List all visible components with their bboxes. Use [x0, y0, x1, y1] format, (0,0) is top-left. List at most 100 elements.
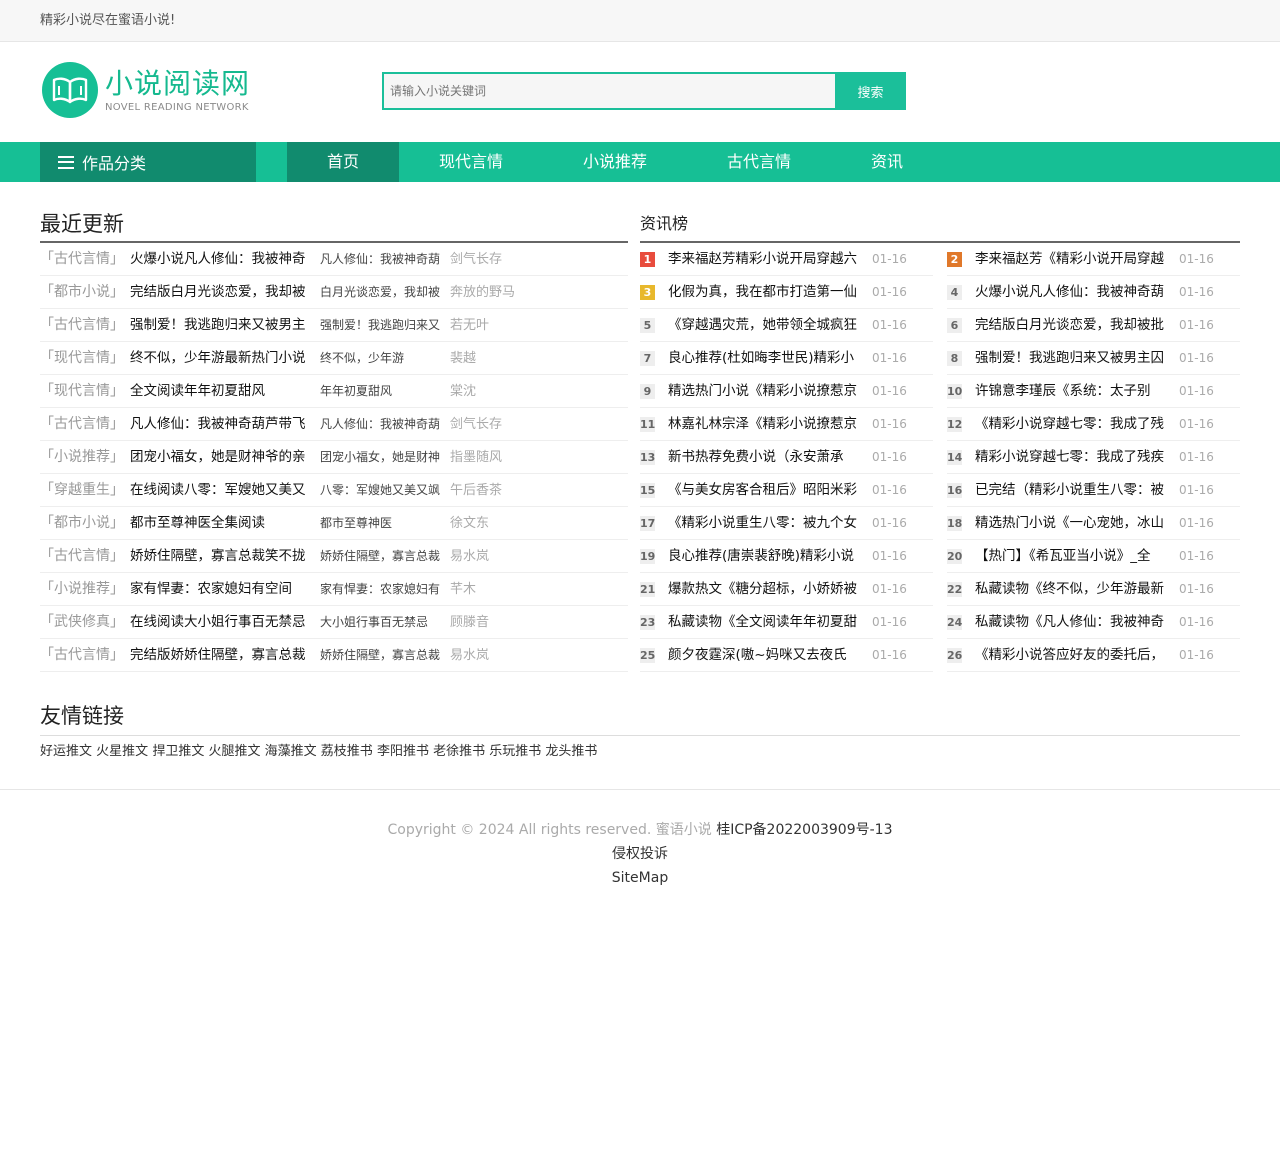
ranking-row: 3 化假为真，我在都市打造第一仙 01-16	[640, 276, 933, 309]
ranking-title-link[interactable]: 爆款热文《糖分超标，小娇娇被	[668, 573, 864, 606]
update-category-link[interactable]: 「现代言情」	[40, 342, 130, 374]
update-category-link[interactable]: 「穿越重生」	[40, 474, 130, 506]
update-chapter-link[interactable]: 强制爱！我逃跑归来又	[320, 309, 450, 341]
update-chapter-link[interactable]: 家有悍妻：农家媳妇有	[320, 573, 450, 605]
update-title-link[interactable]: 在线阅读大小姐行事百无禁忌	[130, 606, 320, 638]
ranking-title-link[interactable]: 精选热门小说《精彩小说撩惹京	[668, 375, 864, 408]
ranking-row: 11 林嘉礼林宗泽《精彩小说撩惹京 01-16	[640, 408, 933, 441]
update-chapter-link[interactable]: 年年初夏甜风	[320, 375, 450, 407]
ranking-title-link[interactable]: 良心推荐(唐崇裴舒晚)精彩小说	[668, 540, 864, 573]
update-category-link[interactable]: 「小说推荐」	[40, 573, 130, 605]
site-logo[interactable]: 小说阅读网 NOVEL READING NETWORK	[42, 62, 250, 118]
update-title-link[interactable]: 家有悍妻：农家媳妇有空间	[130, 573, 320, 605]
ranking-title-link[interactable]: 许锦意李瑾辰《系统：太子别	[975, 375, 1171, 408]
ranking-title-link[interactable]: 火爆小说凡人修仙：我被神奇葫	[975, 276, 1171, 309]
update-category-link[interactable]: 「现代言情」	[40, 375, 130, 407]
friend-link[interactable]: 老徐推书	[433, 744, 485, 759]
update-chapter-link[interactable]: 娇娇住隔壁，寡言总裁	[320, 639, 450, 671]
update-title-link[interactable]: 娇娇住隔壁，寡言总裁笑不拢	[130, 540, 320, 572]
update-chapter-link[interactable]: 大小姐行事百无禁忌	[320, 606, 450, 638]
update-author: 易水岚	[450, 549, 490, 564]
ranking-title-link[interactable]: 精选热门小说《一心宠她，冰山	[975, 507, 1171, 540]
ranking-title-link[interactable]: 化假为真，我在都市打造第一仙	[668, 276, 864, 309]
update-category-link[interactable]: 「武侠修真」	[40, 606, 130, 638]
update-title-link[interactable]: 全文阅读年年初夏甜风	[130, 375, 320, 407]
update-title-link[interactable]: 团宠小福女，她是财神爷的亲	[130, 441, 320, 473]
update-chapter-link[interactable]: 八零：军嫂她又美又飒	[320, 474, 450, 506]
search-button[interactable]: 搜索	[835, 72, 906, 110]
friend-link[interactable]: 龙头推书	[545, 744, 597, 759]
update-chapter-link[interactable]: 凡人修仙：我被神奇葫	[320, 408, 450, 440]
update-chapter-link[interactable]: 团宠小福女，她是财神	[320, 441, 450, 473]
ranking-title-link[interactable]: 【热门】《希瓦亚当小说》_全	[975, 540, 1171, 573]
ranking-row: 8 强制爱！我逃跑归来又被男主囚 01-16	[947, 342, 1240, 375]
update-title-link[interactable]: 在线阅读八零：军嫂她又美又	[130, 474, 320, 506]
ranking-title-link[interactable]: 私藏读物《终不似，少年游最新	[975, 573, 1171, 606]
update-chapter-link[interactable]: 娇娇住隔壁，寡言总裁	[320, 540, 450, 572]
friend-link[interactable]: 乐玩推书	[489, 744, 541, 759]
update-title-link[interactable]: 完结版娇娇住隔壁，寡言总裁	[130, 639, 320, 671]
icp-link[interactable]: 桂ICP备2022003909号-13	[716, 822, 892, 838]
ranking-title-link[interactable]: 《穿越遇灾荒，她带领全城疯狂	[668, 309, 864, 342]
update-title-link[interactable]: 强制爱！我逃跑归来又被男主	[130, 309, 320, 341]
complaint-link[interactable]: 侵权投诉	[612, 846, 668, 862]
ranking-title-link[interactable]: 《精彩小说穿越七零：我成了残	[975, 408, 1171, 441]
friend-link[interactable]: 火腿推文	[208, 744, 260, 759]
ranking-date: 01-16	[872, 581, 907, 596]
update-title-link[interactable]: 火爆小说凡人修仙：我被神奇	[130, 243, 320, 275]
ranking-title-link[interactable]: 李来福赵芳精彩小说开局穿越六	[668, 243, 864, 276]
nav-item-ancient-romance[interactable]: 古代言情	[687, 142, 831, 182]
ranking-title-link[interactable]: 已完结（精彩小说重生八零：被	[975, 474, 1171, 507]
update-category-link[interactable]: 「古代言情」	[40, 408, 130, 440]
nav-item-modern-romance[interactable]: 现代言情	[399, 142, 543, 182]
nav-item-recommend[interactable]: 小说推荐	[543, 142, 687, 182]
ranking-title-link[interactable]: 私藏读物《凡人修仙：我被神奇	[975, 606, 1171, 639]
update-category-link[interactable]: 「都市小说」	[40, 507, 130, 539]
update-title-link[interactable]: 凡人修仙：我被神奇葫芦带飞	[130, 408, 320, 440]
footer: Copyright © 2024 All rights reserved. 蜜语…	[0, 789, 1280, 890]
friend-link[interactable]: 海藻推文	[265, 744, 317, 759]
update-category-link[interactable]: 「古代言情」	[40, 243, 130, 275]
ranking-title-link[interactable]: 李来福赵芳《精彩小说开局穿越	[975, 243, 1171, 276]
ranking-title-link[interactable]: 新书热荐免费小说（永安萧承	[668, 441, 864, 474]
book-icon	[42, 62, 98, 118]
category-menu-button[interactable]: 作品分类	[40, 142, 256, 182]
ranking-row: 20 【热门】《希瓦亚当小说》_全 01-16	[947, 540, 1240, 573]
ranking-title-link[interactable]: 精彩小说穿越七零：我成了残疾	[975, 441, 1171, 474]
nav-item-news[interactable]: 资讯	[831, 142, 943, 182]
ranking-title-link[interactable]: 《精彩小说答应好友的委托后，	[975, 639, 1171, 672]
update-row: 「现代言情」 终不似，少年游最新热门小说 终不似，少年游 裴越	[40, 342, 628, 375]
update-chapter-link[interactable]: 凡人修仙：我被神奇葫	[320, 243, 450, 275]
update-chapter-link[interactable]: 都市至尊神医	[320, 507, 450, 539]
ranking-title-link[interactable]: 完结版白月光谈恋爱，我却被批	[975, 309, 1171, 342]
ranking-title-link[interactable]: 颜夕夜霆深(嗷~妈咪又去夜氏	[668, 639, 864, 672]
friend-link[interactable]: 火星推文	[96, 744, 148, 759]
ranking-title-link[interactable]: 良心推荐(杜如晦李世民)精彩小	[668, 342, 864, 375]
ranking-date: 01-16	[872, 482, 907, 497]
update-title-link[interactable]: 终不似，少年游最新热门小说	[130, 342, 320, 374]
friend-link[interactable]: 荔枝推书	[321, 744, 373, 759]
update-category-link[interactable]: 「古代言情」	[40, 540, 130, 572]
ranking-title-link[interactable]: 《精彩小说重生八零：被九个女	[668, 507, 864, 540]
ranking-title-link[interactable]: 强制爱！我逃跑归来又被男主囚	[975, 342, 1171, 375]
sitemap-link[interactable]: SiteMap	[612, 870, 668, 886]
update-category-link[interactable]: 「古代言情」	[40, 639, 130, 671]
recent-updates-list: 「古代言情」 火爆小说凡人修仙：我被神奇 凡人修仙：我被神奇葫 剑气长存 「都市小说」完…	[40, 243, 628, 672]
update-category-link[interactable]: 「都市小说」	[40, 276, 130, 308]
update-title-link[interactable]: 都市至尊神医全集阅读	[130, 507, 320, 539]
update-chapter-link[interactable]: 终不似，少年游	[320, 342, 450, 374]
ranking-title-link[interactable]: 私藏读物《全文阅读年年初夏甜	[668, 606, 864, 639]
search-input[interactable]	[382, 72, 835, 110]
rank-number-badge: 26	[947, 647, 963, 663]
friend-link[interactable]: 好运推文	[40, 744, 92, 759]
rank-number-badge: 17	[640, 515, 656, 531]
nav-item-home[interactable]: 首页	[287, 142, 399, 182]
ranking-title-link[interactable]: 林嘉礼林宗泽《精彩小说撩惹京	[668, 408, 864, 441]
friend-link[interactable]: 李阳推书	[377, 744, 429, 759]
update-chapter-link[interactable]: 白月光谈恋爱，我却被	[320, 276, 450, 308]
friend-link[interactable]: 捍卫推文	[152, 744, 204, 759]
update-category-link[interactable]: 「小说推荐」	[40, 441, 130, 473]
update-category-link[interactable]: 「古代言情」	[40, 309, 130, 341]
ranking-title-link[interactable]: 《与美女房客合租后》昭阳米彩	[668, 474, 864, 507]
update-title-link[interactable]: 完结版白月光谈恋爱，我却被	[130, 276, 320, 308]
